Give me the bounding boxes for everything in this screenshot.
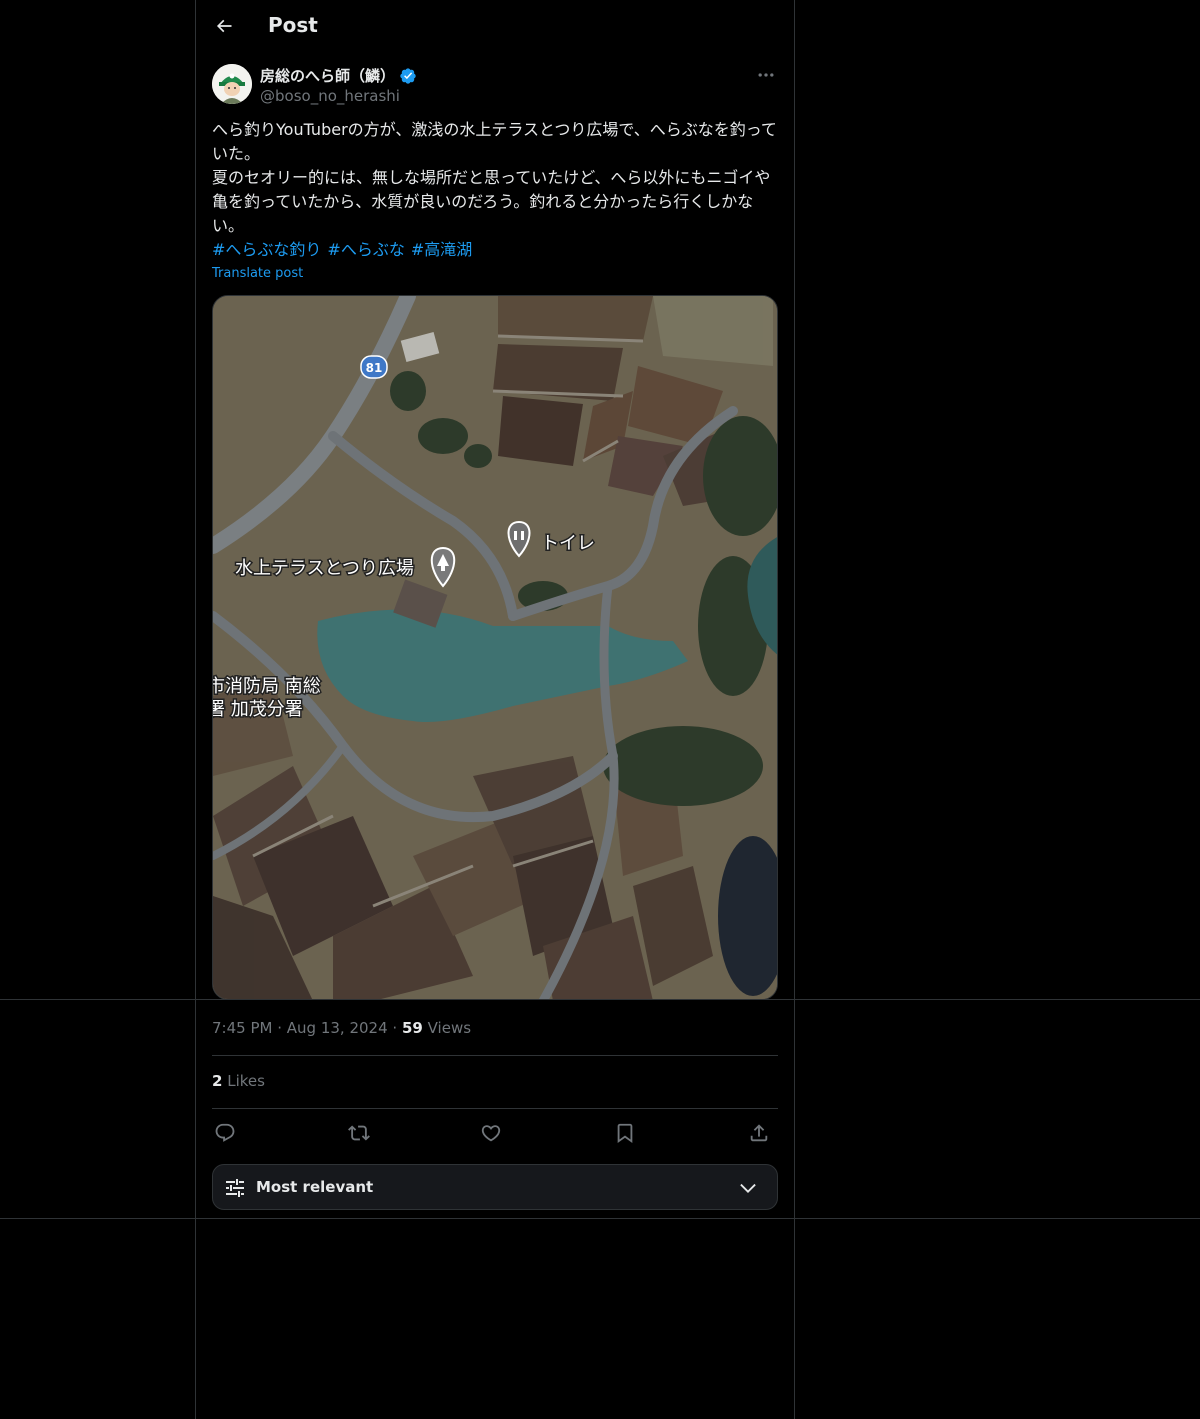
meta-separator: · [392,1019,402,1037]
post-meta: 7:45 PM · Aug 13, 2024 · 59 Views [212,1019,471,1037]
avatar-illustration-icon [212,64,252,104]
route-badge-text: 81 [366,361,383,375]
map-label-fire-station-2: 署 加茂分署 [213,699,303,720]
share-button[interactable] [746,1120,772,1146]
views-label: Views [427,1019,472,1037]
route-81-badge: 81 [360,355,388,379]
author-handle[interactable]: @boso_no_herashi [260,87,400,105]
heart-icon [481,1125,501,1142]
satellite-map-image: 81 トイレ 水上テラスとつり広場 市消防局 南総 署 加茂分署 [213,296,777,999]
divider [212,1055,778,1056]
avatar[interactable] [212,64,252,104]
like-button[interactable] [478,1120,504,1146]
action-bar [212,1118,778,1146]
arrow-left-icon [216,19,232,33]
likes-count: 2 [212,1072,223,1090]
repost-button[interactable] [346,1120,372,1146]
likes-label: Likes [227,1072,265,1090]
more-dots-icon [758,73,774,77]
post-date[interactable]: Aug 13, 2024 [287,1019,388,1037]
hashtag-row: #へらぶな釣り #へらぶな #高滝湖 [212,238,778,262]
map-label-fire-station-1: 市消防局 南総 [213,676,321,697]
divider [212,1108,778,1109]
sort-label: Most relevant [256,1178,374,1196]
repost-icon [348,1125,370,1141]
main-column: Post 房総のへら師（鱗） @boso_no_herashi へら釣りYouT… [195,0,795,1419]
hashtag-link[interactable]: #高滝湖 [411,240,472,259]
name-row: 房総のへら師（鱗） [260,65,417,86]
hashtag-link[interactable]: #へらぶな釣り [212,240,321,259]
post-image[interactable]: 81 トイレ 水上テラスとつり広場 市消防局 南総 署 加茂分署 [212,295,778,1000]
author-name[interactable]: 房総のへら師（鱗） [260,65,395,86]
post-header: Post [196,0,794,53]
sliders-icon [226,1179,244,1197]
page-title: Post [268,13,318,37]
chevron-down-icon [740,1183,756,1193]
bookmark-button[interactable] [612,1120,638,1146]
post-text-line: へら釣りYouTuberの方が、激浅の水上テラスとつり広場で、へらぶなを釣ってい… [212,120,777,163]
post-time[interactable]: 7:45 PM [212,1019,272,1037]
translate-post-link[interactable]: Translate post [212,266,303,281]
map-label-terrace: 水上テラスとつり広場 [235,558,414,579]
reply-icon [215,1123,235,1142]
verified-badge-icon [400,67,416,84]
bookmark-icon [617,1123,633,1144]
post-text-line: 夏のセオリー的には、無しな場所だと思っていたけど、へら以外にもニゴイや亀を釣って… [212,168,771,235]
views-count: 59 [401,1019,423,1037]
more-options-button[interactable] [754,64,778,86]
post-author: 房総のへら師（鱗） @boso_no_herashi [212,64,778,108]
back-button[interactable] [210,12,238,40]
map-label-toilet: トイレ [541,533,595,554]
reply-sort-dropdown[interactable]: Most relevant [212,1164,778,1210]
meta-separator: · [277,1019,287,1037]
reply-button[interactable] [212,1120,238,1146]
hashtag-link[interactable]: #へらぶな [327,240,404,259]
post-text: へら釣りYouTuberの方が、激浅の水上テラスとつり広場で、へらぶなを釣ってい… [212,118,778,262]
likes-summary[interactable]: 2 Likes [212,1072,265,1090]
share-icon [750,1124,768,1142]
